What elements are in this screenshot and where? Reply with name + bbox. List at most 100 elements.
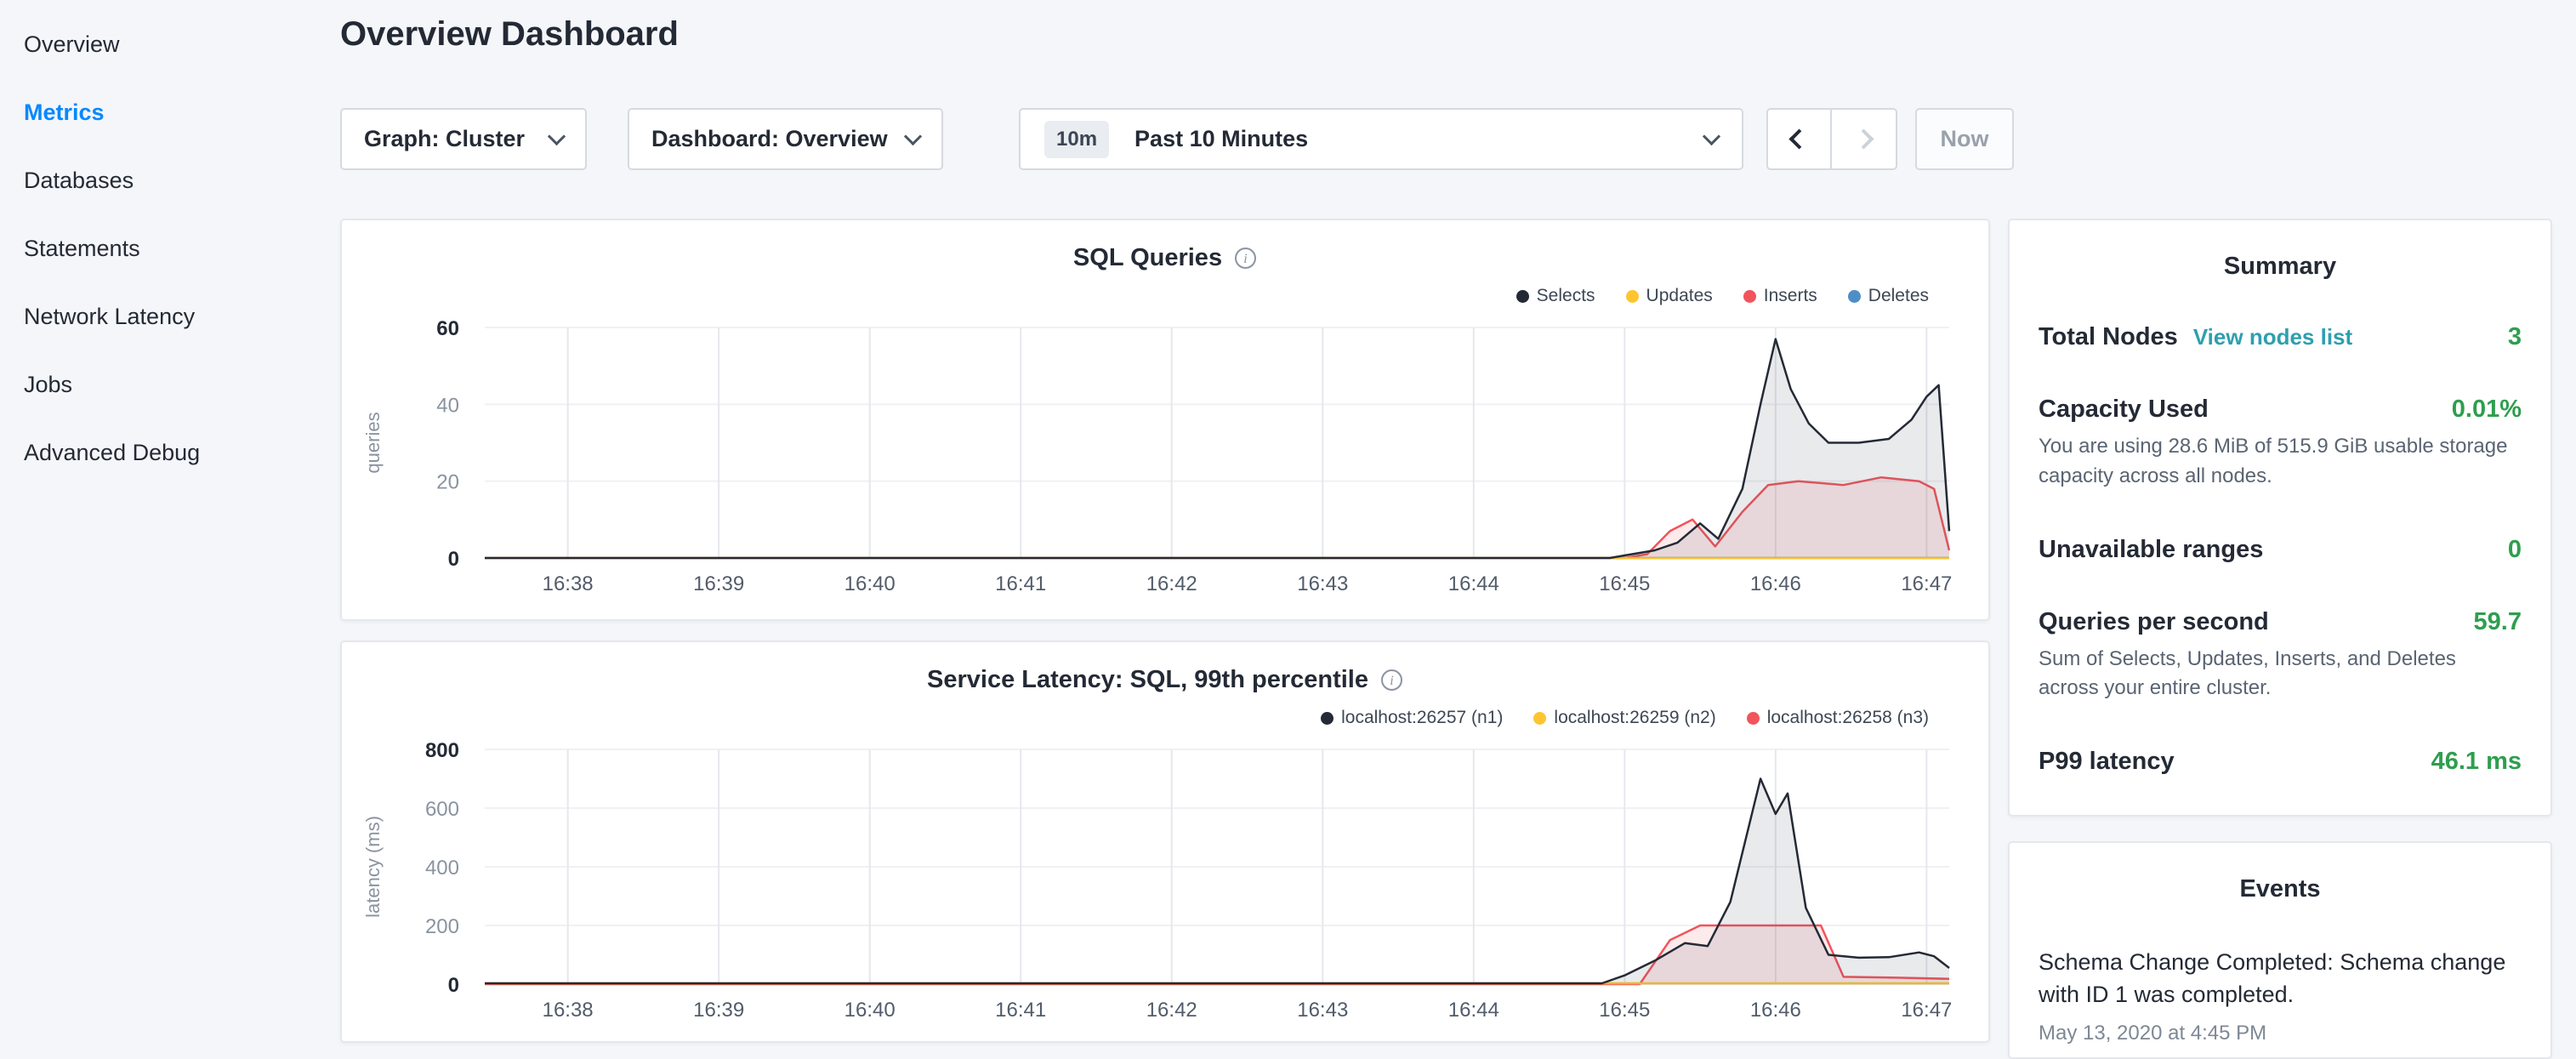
svg-text:16:45: 16:45	[1599, 999, 1650, 1022]
svg-text:16:44: 16:44	[1448, 572, 1499, 595]
time-next-button[interactable]	[1832, 108, 1897, 170]
summary-value: 3	[2508, 323, 2522, 351]
summary-description: Sum of Selects, Updates, Inserts, and De…	[2039, 645, 2522, 704]
controls-bar: Graph: Cluster Dashboard: Overview 10m P…	[340, 108, 2014, 170]
summary-panel: Summary Total Nodes View nodes list 3 Ca…	[2008, 219, 2552, 817]
svg-text:latency (ms): latency (ms)	[362, 816, 384, 918]
svg-text:16:39: 16:39	[693, 999, 744, 1022]
chevron-right-icon	[1853, 128, 1874, 149]
info-icon[interactable]: i	[1234, 247, 1257, 270]
legend-label: Updates	[1646, 286, 1713, 306]
chart-legend: Selects Updates Inserts Deletes	[342, 285, 1988, 307]
sidebar-item-jobs[interactable]: Jobs	[0, 350, 340, 418]
svg-text:16:42: 16:42	[1146, 572, 1197, 595]
summary-row-capacity-used: Capacity Used 0.01% You are using 28.6 M…	[2039, 396, 2522, 492]
dashboard-dropdown[interactable]: Dashboard: Overview	[628, 108, 943, 170]
svg-text:0: 0	[448, 548, 459, 571]
svg-text:600: 600	[425, 798, 459, 821]
summary-row-queries-per-second: Queries per second 59.7 Sum of Selects, …	[2039, 608, 2522, 704]
svg-text:60: 60	[436, 317, 459, 340]
legend-item: Selects	[1516, 286, 1595, 306]
svg-text:16:46: 16:46	[1750, 999, 1801, 1022]
legend-label: Selects	[1537, 286, 1595, 306]
svg-text:queries: queries	[362, 412, 384, 473]
legend-label: localhost:26258 (n3)	[1767, 708, 1929, 728]
legend-item: localhost:26258 (n3)	[1747, 708, 1929, 728]
chart-svg: 16:3816:3916:4016:4116:4216:4316:4416:45…	[357, 316, 1973, 601]
info-icon[interactable]: i	[1380, 669, 1403, 692]
svg-text:16:45: 16:45	[1599, 572, 1650, 595]
svg-text:16:44: 16:44	[1448, 999, 1499, 1022]
sidebar-item-databases[interactable]: Databases	[0, 146, 340, 214]
svg-text:20: 20	[436, 471, 459, 494]
chart-legend: localhost:26257 (n1) localhost:26259 (n2…	[342, 707, 1988, 729]
events-panel: Events Schema Change Completed: Schema c…	[2008, 841, 2552, 1059]
summary-heading: Summary	[2039, 253, 2522, 281]
chart-title-row: Service Latency: SQL, 99th percentile i	[342, 664, 1988, 695]
legend-item: Deletes	[1848, 286, 1929, 306]
page-title: Overview Dashboard	[340, 15, 679, 54]
summary-label: Capacity Used	[2039, 396, 2209, 424]
legend-label: Inserts	[1764, 286, 1817, 306]
legend-label: localhost:26257 (n1)	[1341, 708, 1503, 728]
now-button[interactable]: Now	[1915, 108, 2014, 170]
sidebar: Overview Metrics Databases Statements Ne…	[0, 0, 340, 1051]
time-range-selector[interactable]: 10m Past 10 Minutes	[1019, 108, 1743, 170]
time-range-badge: 10m	[1044, 121, 1109, 158]
svg-text:16:43: 16:43	[1297, 999, 1348, 1022]
summary-label: Total Nodes	[2039, 323, 2178, 351]
chevron-left-icon	[1788, 128, 1809, 149]
sidebar-item-statements[interactable]: Statements	[0, 214, 340, 282]
svg-text:i: i	[1390, 674, 1393, 688]
dashboard-dropdown-label: Dashboard: Overview	[651, 126, 888, 152]
summary-row-total-nodes: Total Nodes View nodes list 3	[2039, 323, 2522, 351]
chart-title: SQL Queries	[1073, 244, 1222, 272]
time-prev-button[interactable]	[1766, 108, 1832, 170]
chevron-down-icon	[904, 128, 922, 145]
summary-value: 59.7	[2474, 608, 2522, 636]
sidebar-item-network-latency[interactable]: Network Latency	[0, 282, 340, 350]
event-timestamp: May 13, 2020 at 4:45 PM	[2039, 1022, 2522, 1045]
events-heading: Events	[2039, 875, 2522, 903]
legend-dot	[1626, 290, 1639, 303]
sql-queries-chart-panel: SQL Queries i Selects Updates Inserts De…	[340, 219, 1990, 621]
time-pager	[1766, 108, 1897, 170]
svg-text:800: 800	[425, 739, 459, 762]
legend-label: Deletes	[1868, 286, 1929, 306]
event-item[interactable]: Schema Change Completed: Schema change w…	[2039, 946, 2522, 1045]
event-text: Schema Change Completed: Schema change w…	[2039, 946, 2522, 1011]
summary-label: Unavailable ranges	[2039, 536, 2263, 564]
svg-text:16:43: 16:43	[1297, 572, 1348, 595]
svg-text:16:38: 16:38	[543, 999, 594, 1022]
service-latency-chart-panel: Service Latency: SQL, 99th percentile i …	[340, 641, 1990, 1043]
svg-text:200: 200	[425, 915, 459, 938]
view-nodes-list-link[interactable]: View nodes list	[2193, 324, 2352, 350]
chevron-down-icon	[548, 128, 566, 145]
sidebar-item-overview[interactable]: Overview	[0, 10, 340, 78]
legend-dot	[1321, 712, 1333, 725]
summary-row-p99-latency: P99 latency 46.1 ms	[2039, 748, 2522, 776]
legend-dot	[1848, 290, 1861, 303]
svg-text:16:39: 16:39	[693, 572, 744, 595]
time-range-label: Past 10 Minutes	[1134, 126, 1308, 152]
sidebar-item-metrics[interactable]: Metrics	[0, 78, 340, 146]
legend-dot	[1533, 712, 1546, 725]
summary-row-unavailable-ranges: Unavailable ranges 0	[2039, 536, 2522, 564]
graph-scope-dropdown[interactable]: Graph: Cluster	[340, 108, 587, 170]
svg-text:40: 40	[436, 394, 459, 417]
summary-label: P99 latency	[2039, 748, 2175, 776]
legend-dot	[1516, 290, 1529, 303]
svg-text:0: 0	[448, 974, 459, 997]
sql-queries-chart: 16:3816:3916:4016:4116:4216:4316:4416:45…	[357, 316, 1973, 605]
service-latency-chart: 16:3816:3916:4016:4116:4216:4316:4416:45…	[357, 737, 1973, 1031]
legend-item: Inserts	[1743, 286, 1817, 306]
chart-svg: 16:3816:3916:4016:4116:4216:4316:4416:45…	[357, 737, 1973, 1027]
svg-text:i: i	[1243, 252, 1247, 266]
svg-text:16:46: 16:46	[1750, 572, 1801, 595]
chart-title-row: SQL Queries i	[342, 242, 1988, 273]
sidebar-item-advanced-debug[interactable]: Advanced Debug	[0, 418, 340, 487]
graph-scope-dropdown-label: Graph: Cluster	[364, 126, 525, 152]
svg-text:16:47: 16:47	[1901, 572, 1952, 595]
svg-text:16:40: 16:40	[844, 572, 896, 595]
summary-value: 0.01%	[2452, 396, 2522, 424]
